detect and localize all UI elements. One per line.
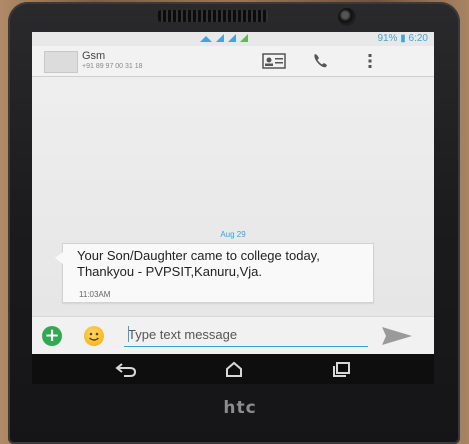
action-bar: Gsm +91 89 97 00 31 18 [32,46,434,77]
signal-wifi-icon [200,34,248,42]
home-button[interactable] [222,360,246,378]
back-button[interactable] [114,360,138,378]
home-icon [226,361,242,377]
navigation-bar [32,354,434,384]
message-text: Your Son/Daughter came to college today,… [77,248,320,279]
recent-apps-icon [333,362,350,377]
contact-number: +91 89 97 00 31 18 [82,63,143,70]
send-button[interactable] [380,325,414,347]
emoji-icon[interactable] [84,326,104,346]
add-attachment-icon[interactable]: + [42,326,62,346]
contact-card-icon [262,53,286,69]
conversation-thread[interactable]: Aug 29 Your Son/Daughter came to college… [32,77,434,317]
message-input[interactable] [124,322,368,347]
recent-apps-button[interactable] [330,360,354,378]
message-bubble[interactable]: Your Son/Daughter came to college today,… [55,243,374,303]
phone-icon [314,54,327,68]
back-icon [115,363,137,377]
status-bar: 91% ▮ 6:20 [32,32,434,46]
phone-screen: 91% ▮ 6:20 Gsm +91 89 97 00 31 18 Aug 29… [32,32,434,354]
status-readout: 91% ▮ 6:20 [377,33,428,44]
overflow-menu-button[interactable] [362,52,378,70]
overflow-menu-icon [368,54,372,68]
contact-card-button[interactable] [260,52,288,70]
call-button[interactable] [310,52,332,70]
send-icon [382,327,412,345]
status-icons [200,33,254,46]
compose-bar: + [32,316,434,354]
earpiece-speaker [158,10,268,22]
avatar[interactable] [44,51,78,73]
clock: 6:20 [408,33,428,44]
bubble-tail [55,252,63,264]
emoji-face [89,332,99,341]
contact-name[interactable]: Gsm [82,50,105,62]
battery-level: 91% [377,33,398,44]
message-time: 11:03AM [79,290,111,299]
date-separator: Aug 29 [220,230,246,239]
brand-logo: htc [223,398,257,418]
front-camera [338,8,356,26]
battery-icon: ▮ [400,33,406,44]
text-cursor [128,326,129,342]
